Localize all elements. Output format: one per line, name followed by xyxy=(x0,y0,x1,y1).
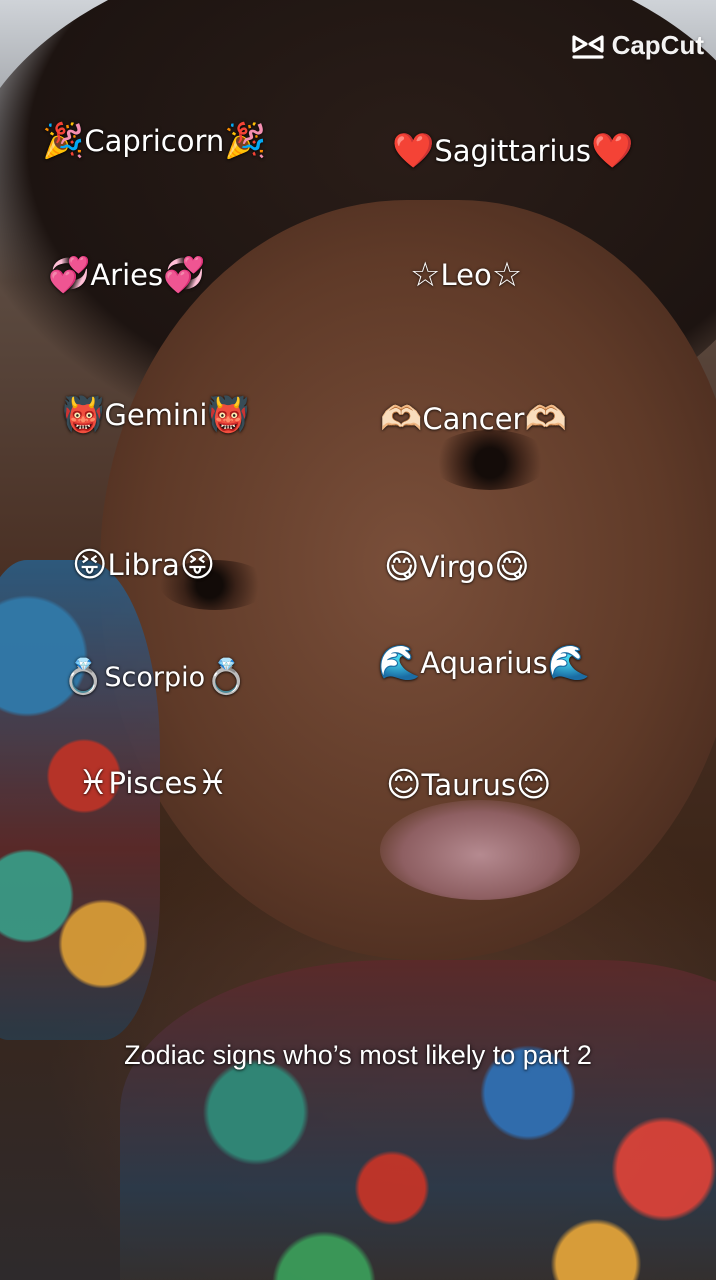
sign-label: Capricorn xyxy=(84,124,225,158)
capcut-logo-icon xyxy=(571,34,604,59)
sign-libra: 😝 Libra 😝 xyxy=(72,548,215,582)
smiling-face-icon: 😊 xyxy=(386,765,422,805)
smiling-face-icon: 😊 xyxy=(515,765,552,805)
watermark-brand: CapCut xyxy=(611,30,704,60)
party-popper-icon: 🎉 xyxy=(224,121,267,161)
sign-label: Leo xyxy=(440,258,492,292)
sign-label: Pisces xyxy=(108,766,198,800)
heart-icon: ❤️ xyxy=(392,131,435,171)
water-wave-icon: 🌊 xyxy=(378,643,421,683)
sign-sagittarius: ❤️ Sagittarius ❤️ xyxy=(392,134,633,168)
ring-icon: 💍 xyxy=(62,657,105,697)
sign-label: Sagittarius xyxy=(434,134,591,168)
sign-label: Taurus xyxy=(421,768,516,802)
sign-aries: 💞 Aries 💞 xyxy=(48,258,205,292)
water-wave-icon: 🌊 xyxy=(547,643,591,683)
star-outline-icon: ☆ xyxy=(491,255,523,295)
sign-label: Virgo xyxy=(419,550,495,584)
sign-gemini: 👹 Gemini 👹 xyxy=(62,398,250,432)
pisces-symbol-icon: ♓ xyxy=(197,763,228,803)
sign-label: Aries xyxy=(90,258,164,292)
revolving-hearts-icon: 💞 xyxy=(163,255,206,295)
sign-label: Cancer xyxy=(422,402,525,436)
heart-hands-icon: 🫶🏻 xyxy=(380,399,423,439)
sign-label: Scorpio xyxy=(104,661,206,693)
background-eye-right xyxy=(430,430,550,490)
ogre-mask-icon: 👹 xyxy=(207,395,250,435)
sign-pisces: ♓ Pisces ♓ xyxy=(78,766,228,800)
pisces-symbol-icon: ♓ xyxy=(78,763,109,803)
sign-leo: ☆ Leo ☆ xyxy=(410,258,522,292)
sign-label: Gemini xyxy=(104,398,208,432)
heart-icon: ❤️ xyxy=(590,131,634,171)
background-lips xyxy=(380,800,580,900)
sign-cancer: 🫶🏻 Cancer 🫶🏻 xyxy=(380,402,567,436)
sign-capricorn: 🎉 Capricorn 🎉 xyxy=(42,124,267,158)
capcut-watermark: CapCut xyxy=(570,30,704,61)
video-caption: Zodiac signs who’s most likely to part 2 xyxy=(124,1040,592,1070)
heart-hands-icon: 🫶🏻 xyxy=(524,399,567,439)
tongue-out-face-icon: 😝 xyxy=(72,545,108,585)
sign-scorpio: 💍 Scorpio 💍 xyxy=(62,660,247,694)
sign-label: Libra xyxy=(107,548,180,582)
background-fabric-bottom xyxy=(120,960,716,1280)
tongue-out-face-icon: 😝 xyxy=(179,545,216,585)
yum-face-icon: 😋 xyxy=(384,547,420,587)
video-frame: CapCut 🎉 Capricorn 🎉 ❤️ Sagittarius ❤️ 💞 Arie… xyxy=(0,0,716,1280)
ring-icon: 💍 xyxy=(205,657,248,697)
ogre-mask-icon: 👹 xyxy=(62,395,105,435)
party-popper-icon: 🎉 xyxy=(42,121,85,161)
revolving-hearts-icon: 💞 xyxy=(48,255,91,295)
sign-virgo: 😋 Virgo 😋 xyxy=(384,550,530,584)
yum-face-icon: 😋 xyxy=(494,547,530,587)
star-outline-icon: ☆ xyxy=(410,255,441,295)
sign-taurus: 😊 Taurus 😊 xyxy=(386,768,551,802)
sign-aquarius: 🌊 Aquarius 🌊 xyxy=(378,646,590,680)
sign-label: Aquarius xyxy=(420,646,548,680)
